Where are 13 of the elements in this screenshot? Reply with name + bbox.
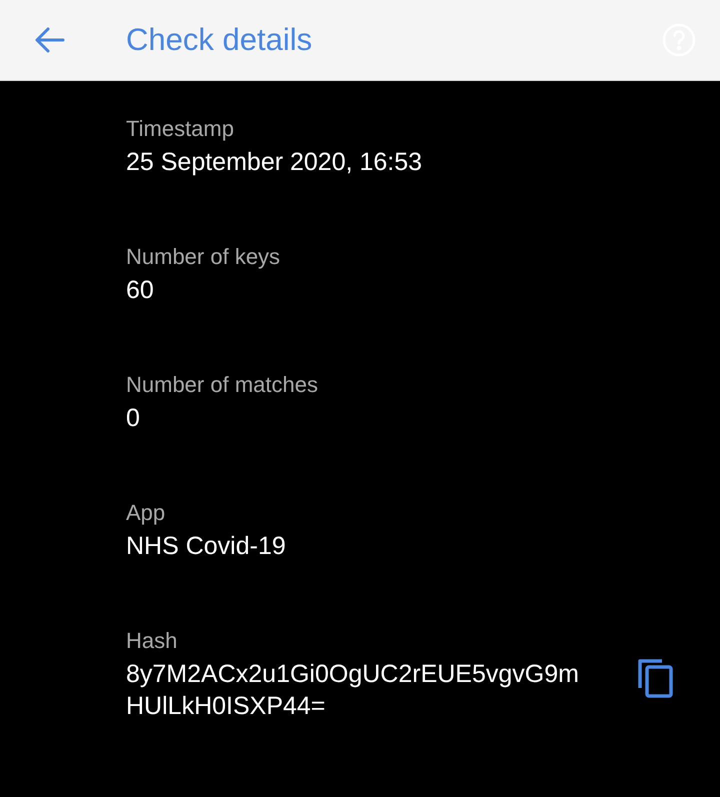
detail-value: 8y7M2ACx2u1Gi0OgUC2rEUE5vgvG9mHUlLkH0ISXP44= (126, 659, 580, 722)
screen-title: Check details (126, 20, 312, 59)
detail-value: NHS Covid-19 (126, 531, 287, 562)
back-arrow-icon (35, 27, 65, 53)
detail-label: Hash (126, 627, 178, 655)
detail-label: App (126, 499, 166, 527)
detail-value: 60 (126, 275, 155, 306)
detail-value: 25 September 2020, 16:53 (126, 147, 424, 178)
detail-label: Timestamp (126, 115, 235, 143)
detail-value: 0 (126, 403, 141, 434)
detail-label: Number of matches (126, 371, 319, 399)
detail-label: Number of keys (126, 243, 282, 271)
copy-icon (638, 658, 674, 698)
